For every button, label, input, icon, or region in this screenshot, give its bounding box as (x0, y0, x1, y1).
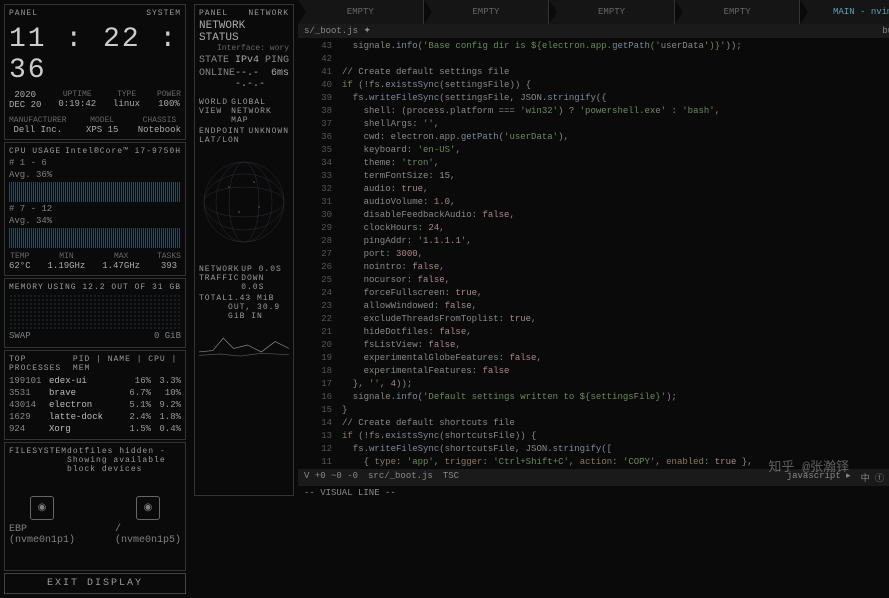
year: 2020 (14, 90, 36, 100)
memory-grid (9, 294, 181, 329)
process-row[interactable]: 199101edex-ui16%3.3% (9, 375, 181, 387)
code-line[interactable]: 32 audio: true, (304, 183, 889, 196)
fs-title: FILESYSTEM (9, 447, 67, 474)
code-line[interactable]: 23 allowWindowed: false, (304, 300, 889, 313)
code-line[interactable]: 16 signale.info('Default settings writte… (304, 391, 889, 404)
power: 100% (158, 99, 180, 109)
code-line[interactable]: 17 }, '', 4)); (304, 378, 889, 391)
code-line[interactable]: 18 experimentalFeatures: false (304, 365, 889, 378)
cpu-title: CPU USAGE (9, 147, 61, 156)
cpu-temp: 62°C (9, 261, 31, 271)
watermark: 知乎 @张瀚铎 (768, 456, 849, 475)
proc-title: TOP PROCESSES (9, 355, 73, 373)
net-ping: 6ms (271, 68, 289, 90)
process-row[interactable]: 1629latte-dock2.4%1.8% (9, 411, 181, 423)
code-line[interactable]: 35 keyboard: 'en-US', (304, 144, 889, 157)
tab[interactable]: MAIN - nvim (800, 0, 889, 24)
model: XPS 15 (86, 125, 118, 135)
code-line[interactable]: 36 cwd: electron.app.getPath('userData')… (304, 131, 889, 144)
code-line[interactable]: 33 termFontSize: 15, (304, 170, 889, 183)
code-line[interactable]: 34 theme: 'tron', (304, 157, 889, 170)
code-line[interactable]: 20 fsListView: false, (304, 339, 889, 352)
code-line[interactable]: 15} (304, 404, 889, 417)
code-line[interactable]: 21 hideDotfiles: false, (304, 326, 889, 339)
status-left: V +0 ~0 -0 (304, 471, 358, 484)
disk-item[interactable]: ◉ / (nvme0n1p5) (115, 496, 181, 546)
proc-cols: PID | NAME | CPU | MEM (73, 355, 181, 373)
code-line[interactable]: 14// Create default shortcuts file (304, 417, 889, 430)
code-line[interactable]: 43 signale.info('Base config dir is ${el… (304, 40, 889, 53)
status-diag: 中 ⓕ 7 ⓞ 0 (861, 471, 889, 484)
code-line[interactable]: 38 shell: (process.platform === 'win32')… (304, 105, 889, 118)
cpu-tasks: 393 (161, 261, 177, 271)
code-line[interactable]: 12 fs.writeFileSync(shortcutsFile, JSON.… (304, 443, 889, 456)
code-editor[interactable]: 43 signale.info('Base config dir is ${el… (298, 38, 889, 469)
cpu-model: Intel®Core™ i7-9750H (65, 147, 181, 156)
code-line[interactable]: 27 port: 3000, (304, 248, 889, 261)
tab[interactable]: EMPTY (298, 0, 424, 24)
system-label: SYSTEM (146, 9, 181, 18)
status-file: src/_boot.js (368, 471, 433, 484)
process-row[interactable]: 43014electron5.1%9.2% (9, 399, 181, 411)
clock: 11 : 22 : 36 (9, 20, 181, 90)
code-line[interactable]: 13if (!fs.existsSync(shortcutsFile)) { (304, 430, 889, 443)
code-line[interactable]: 42 (304, 53, 889, 66)
code-line[interactable]: 29 clockHours: 24, (304, 222, 889, 235)
code-line[interactable]: 37 shellArgs: '', (304, 118, 889, 131)
os-type: linux (113, 99, 140, 109)
code-line[interactable]: 40if (!fs.existsSync(settingsFile)) { (304, 79, 889, 92)
status-tsc: TSC (443, 471, 459, 484)
process-row[interactable]: 3531brave6.7%10% (9, 387, 181, 399)
cpu-graph-1 (9, 182, 181, 202)
code-line[interactable]: 22 excludeThreadsFromToplist: true, (304, 313, 889, 326)
code-line[interactable]: 28 pingAddr: '1.1.1.1', (304, 235, 889, 248)
chassis: Notebook (138, 125, 181, 135)
tab[interactable]: EMPTY (675, 0, 801, 24)
code-line[interactable]: 31 audioVolume: 1.0, (304, 196, 889, 209)
code-line[interactable]: 41// Create default settings file (304, 66, 889, 79)
memory-detail: USING 12.2 OUT OF 31 GB (48, 283, 181, 292)
tab[interactable]: EMPTY (549, 0, 675, 24)
tab[interactable]: EMPTY (424, 0, 550, 24)
net-ip: --.--.-.- (235, 68, 271, 90)
code-line[interactable]: 30 disableFeedbackAudio: false, (304, 209, 889, 222)
cpu-max: 1.47GHz (102, 261, 140, 271)
cpu-graph-2 (9, 228, 181, 248)
vim-mode: -- VISUAL LINE -- (298, 486, 889, 500)
swap-label: SWAP (9, 331, 31, 341)
swap-value: 0 GiB (154, 331, 181, 341)
manufacturer: Dell Inc. (14, 125, 63, 135)
code-line[interactable]: 39 fs.writeFileSync(settingsFile, JSON.s… (304, 92, 889, 105)
memory-title: MEMORY (9, 283, 44, 292)
process-row[interactable]: 924Xorg1.5%0.4% (9, 423, 181, 435)
uptime: 0:19:42 (58, 99, 96, 109)
buffers-label[interactable]: buffers (882, 26, 889, 36)
panel-label: PANEL (9, 9, 38, 18)
globe-visualization (199, 147, 289, 257)
code-line[interactable]: 24 forceFullscreen: true, (304, 287, 889, 300)
disk-item[interactable]: ◉ EBP (nvme0n1p1) (9, 496, 75, 546)
traffic-graph (199, 325, 289, 365)
code-line[interactable]: 26 nointro: false, (304, 261, 889, 274)
date: DEC 20 (9, 100, 41, 110)
net-state: IPv4 (235, 55, 259, 66)
filename: s/_boot.js ✦ (304, 26, 371, 36)
code-line[interactable]: 19 experimentalGlobeFeatures: false, (304, 352, 889, 365)
exit-button[interactable]: EXIT DISPLAY (4, 573, 186, 594)
network-title: NETWORK STATUS (199, 20, 289, 44)
cpu-min: 1.19GHz (48, 261, 86, 271)
traffic-title: NETWORK TRAFFIC (199, 265, 241, 292)
code-line[interactable]: 25 nocursor: false, (304, 274, 889, 287)
fs-hint: dotfiles hidden - Showing available bloc… (67, 447, 181, 474)
